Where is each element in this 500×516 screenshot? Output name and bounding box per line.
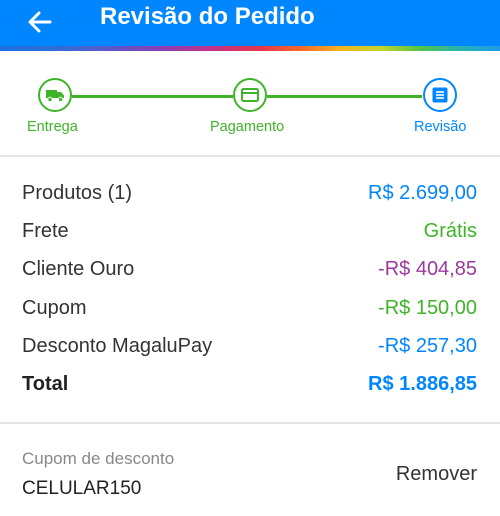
summary-row-coupon: Cupom -R$ 150,00 <box>0 287 500 325</box>
summary-row-magalupay: Desconto MagaluPay -R$ 257,30 <box>0 325 500 363</box>
page-title: Revisão do Pedido <box>100 3 315 30</box>
step-connector <box>267 95 422 98</box>
summary-value: R$ 2.699,00 <box>368 182 477 204</box>
order-summary: Produtos (1) R$ 2.699,00 Frete Grátis Cl… <box>0 172 500 401</box>
summary-value: -R$ 404,85 <box>378 258 477 281</box>
summary-label: Cupom <box>22 296 87 319</box>
step-label-delivery: Entrega <box>27 119 78 135</box>
step-delivery[interactable] <box>38 78 72 112</box>
total-label: Total <box>22 372 69 395</box>
step-payment[interactable] <box>233 78 267 112</box>
arrow-left-icon <box>28 11 52 33</box>
summary-value: -R$ 150,00 <box>378 296 477 319</box>
credit-card-icon <box>241 88 259 102</box>
summary-value: -R$ 257,30 <box>378 334 477 357</box>
remove-coupon-button[interactable]: Remover <box>396 462 477 486</box>
summary-label: Cliente Ouro <box>22 258 135 281</box>
step-label-review: Revisão <box>414 119 467 135</box>
summary-row-products: Produtos (1) R$ 2.699,00 <box>0 172 500 210</box>
checkout-stepper: Entrega Pagamento Revisão <box>0 51 500 155</box>
step-review[interactable] <box>423 78 457 112</box>
summary-row-shipping: Frete Grátis <box>0 210 500 248</box>
divider <box>0 155 500 157</box>
summary-label: Produtos (1) <box>22 182 133 204</box>
list-icon <box>432 87 448 103</box>
truck-icon <box>46 90 64 103</box>
app-header: Revisão do Pedido <box>0 0 500 46</box>
summary-row-total: Total R$ 1.886,85 <box>0 363 500 401</box>
divider <box>0 422 500 424</box>
coupon-label: Cupom de desconto <box>22 449 175 468</box>
summary-value: Grátis <box>423 220 477 243</box>
summary-row-gold-customer: Cliente Ouro -R$ 404,85 <box>0 248 500 286</box>
step-label-payment: Pagamento <box>210 119 285 135</box>
coupon-section: Cupom de desconto CELULAR150 Remover <box>0 426 500 516</box>
total-value: R$ 1.886,85 <box>368 372 477 395</box>
back-button[interactable] <box>22 6 58 38</box>
summary-label: Frete <box>22 220 69 243</box>
coupon-code: CELULAR150 <box>22 478 142 499</box>
step-connector <box>72 95 233 98</box>
summary-label: Desconto MagaluPay <box>22 334 213 357</box>
